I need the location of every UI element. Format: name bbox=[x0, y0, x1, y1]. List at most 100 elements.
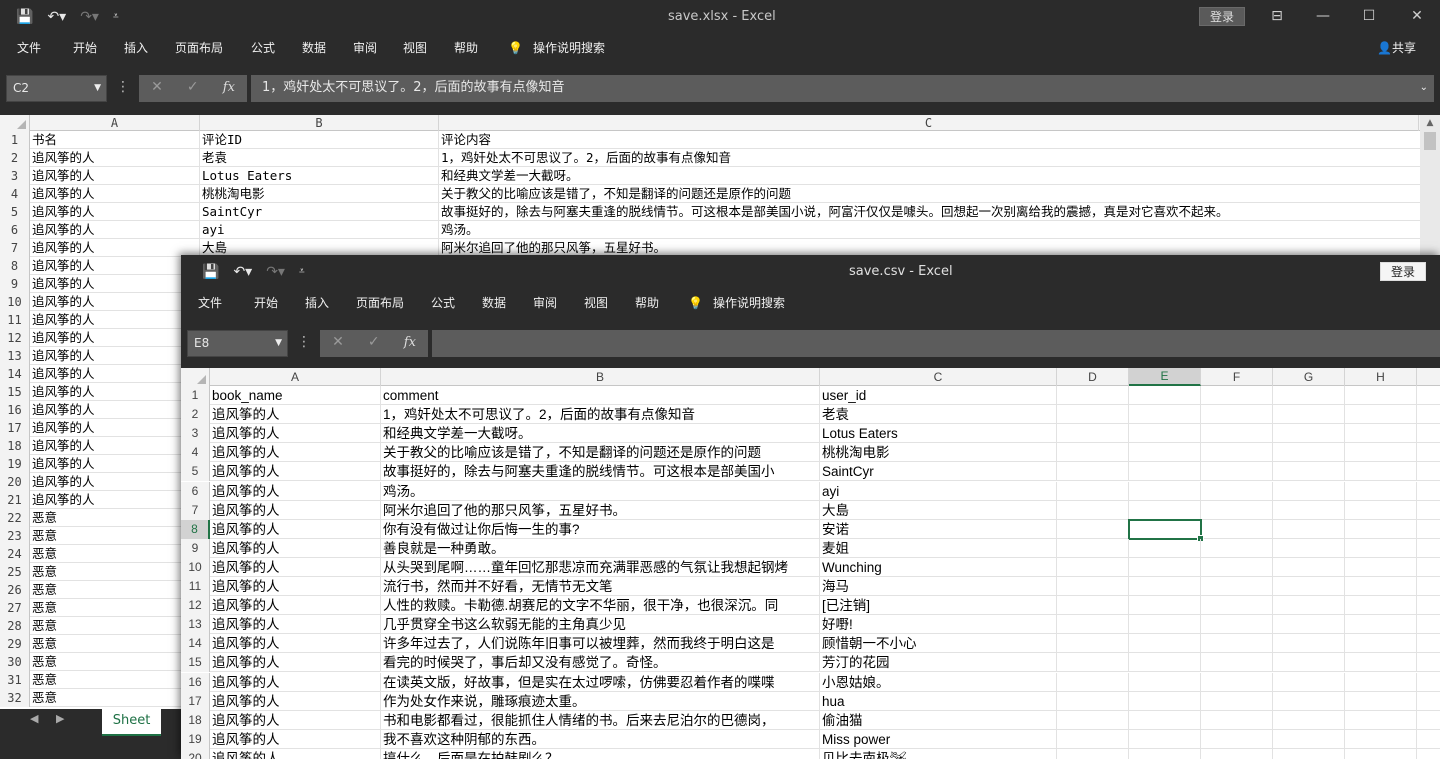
tab-data[interactable]: 数据 bbox=[302, 33, 326, 65]
cell-a[interactable]: 追风筝的人 bbox=[210, 519, 381, 539]
cell-empty[interactable] bbox=[1345, 519, 1417, 539]
scroll-thumb[interactable] bbox=[1424, 132, 1436, 150]
cell-a[interactable]: 追风筝的人 bbox=[30, 491, 200, 509]
tab-file[interactable]: 文件 bbox=[198, 288, 222, 320]
row-header[interactable]: 9 bbox=[181, 538, 210, 558]
cell-empty[interactable] bbox=[1057, 481, 1129, 501]
cell-b[interactable]: 1，鸡奸处太不可思议了。2，后面的故事有点像知音 bbox=[381, 405, 820, 425]
cell-c[interactable]: 偷油猫 bbox=[820, 710, 1057, 730]
cell-a[interactable]: 追风筝的人 bbox=[30, 293, 200, 311]
column-header-b[interactable]: B bbox=[200, 115, 439, 131]
cell-a[interactable]: 追风筝的人 bbox=[30, 167, 200, 185]
cell-empty[interactable] bbox=[1129, 672, 1201, 692]
cell-b[interactable]: SaintCyr bbox=[200, 203, 439, 221]
cell-a[interactable]: 追风筝的人 bbox=[210, 481, 381, 501]
cell-empty[interactable] bbox=[1273, 443, 1345, 463]
cell-c[interactable]: ayi bbox=[820, 481, 1057, 501]
cell-empty[interactable] bbox=[1057, 462, 1129, 482]
cell-b[interactable]: Lotus Eaters bbox=[200, 167, 439, 185]
cell-empty[interactable] bbox=[1201, 443, 1273, 463]
cell-a[interactable]: 追风筝的人 bbox=[30, 275, 200, 293]
row-header[interactable]: 1 bbox=[0, 131, 30, 149]
share-button[interactable]: 👤共享 bbox=[1377, 33, 1416, 65]
cell-b[interactable]: 桃桃淘电影 bbox=[200, 185, 439, 203]
row-header[interactable]: 4 bbox=[0, 185, 30, 203]
row-header[interactable]: 24 bbox=[0, 545, 30, 563]
row-header[interactable]: 28 bbox=[0, 617, 30, 635]
cell-empty[interactable] bbox=[1129, 386, 1201, 405]
cell-empty[interactable] bbox=[1273, 748, 1345, 759]
cell-b[interactable]: 人性的救赎。卡勒德.胡赛尼的文字不华丽，很干净，也很深沉。同 bbox=[381, 596, 820, 616]
row-header[interactable]: 14 bbox=[181, 634, 210, 654]
login-button[interactable]: 登录 bbox=[1380, 262, 1427, 281]
row-header[interactable]: 2 bbox=[0, 149, 30, 167]
redo-icon[interactable]: ↷▾ bbox=[266, 264, 285, 280]
cell-c[interactable]: 大島 bbox=[820, 500, 1057, 520]
cell-c[interactable]: 安诺 bbox=[820, 519, 1057, 539]
row-header[interactable]: 18 bbox=[181, 710, 210, 730]
row-header[interactable]: 7 bbox=[181, 500, 210, 520]
cell-empty[interactable] bbox=[1273, 519, 1345, 539]
row-header[interactable]: 17 bbox=[181, 691, 210, 711]
sheet-tab[interactable]: Sheet bbox=[102, 709, 161, 736]
maximize-icon[interactable]: ☐ bbox=[1346, 0, 1392, 33]
cell-a[interactable]: 追风筝的人 bbox=[210, 577, 381, 596]
row-header[interactable]: 32 bbox=[0, 689, 30, 707]
row-header[interactable]: 16 bbox=[0, 401, 30, 419]
more-options-icon[interactable]: ⋮ bbox=[297, 330, 311, 357]
row-header[interactable]: 5 bbox=[0, 203, 30, 221]
cell-empty[interactable] bbox=[1273, 596, 1345, 616]
row-header[interactable]: 12 bbox=[181, 596, 210, 616]
cell-empty[interactable] bbox=[1129, 729, 1201, 749]
cell-empty[interactable] bbox=[1273, 729, 1345, 749]
cell-a[interactable]: 追风筝的人 bbox=[30, 239, 200, 257]
cell-empty[interactable] bbox=[1273, 634, 1345, 654]
row-header[interactable]: 21 bbox=[0, 491, 30, 509]
insert-function-icon[interactable]: fx bbox=[404, 330, 416, 357]
cell-a[interactable]: 恶意 bbox=[30, 581, 200, 599]
column-header-a[interactable]: A bbox=[30, 115, 200, 131]
cell-empty[interactable] bbox=[1345, 386, 1417, 405]
cell-a[interactable]: 追风筝的人 bbox=[210, 443, 381, 463]
cell-b[interactable]: 善良就是一种勇敢。 bbox=[381, 538, 820, 558]
cell-a[interactable]: 追风筝的人 bbox=[30, 383, 200, 401]
row-header[interactable]: 20 bbox=[181, 748, 210, 759]
row-header[interactable]: 14 bbox=[0, 365, 30, 383]
cell-a[interactable]: 追风筝的人 bbox=[30, 401, 200, 419]
column-header-g[interactable]: G bbox=[1273, 368, 1345, 386]
cell-empty[interactable] bbox=[1345, 615, 1417, 635]
cell-empty[interactable] bbox=[1345, 634, 1417, 654]
cell-a[interactable]: 追风筝的人 bbox=[30, 365, 200, 383]
cell-empty[interactable] bbox=[1129, 653, 1201, 673]
row-header[interactable]: 15 bbox=[0, 383, 30, 401]
tab-home[interactable]: 开始 bbox=[254, 288, 278, 320]
cell-b[interactable]: 你有没有做过让你后悔一生的事? bbox=[381, 519, 820, 539]
cell-b[interactable]: 故事挺好的，除去与阿塞夫重逢的脱线情节。可这根本是部美国小 bbox=[381, 462, 820, 482]
row-header[interactable]: 6 bbox=[0, 221, 30, 239]
expand-formula-icon[interactable]: ⌄ bbox=[1420, 75, 1428, 100]
tab-home[interactable]: 开始 bbox=[73, 33, 97, 65]
cell-empty[interactable] bbox=[1273, 424, 1345, 444]
cell-empty[interactable] bbox=[1273, 710, 1345, 730]
cell-a[interactable]: 追风筝的人 bbox=[210, 538, 381, 558]
column-header-a[interactable]: A bbox=[210, 368, 381, 386]
cancel-icon[interactable]: ✕ bbox=[332, 330, 344, 357]
cell-empty[interactable] bbox=[1345, 405, 1417, 425]
row-header[interactable]: 8 bbox=[0, 257, 30, 275]
cell-empty[interactable] bbox=[1201, 710, 1273, 730]
row-header[interactable]: 27 bbox=[0, 599, 30, 617]
row-header[interactable]: 8 bbox=[181, 519, 210, 539]
tab-review[interactable]: 审阅 bbox=[353, 33, 377, 65]
column-header-b[interactable]: B bbox=[381, 368, 820, 386]
row-header[interactable]: 9 bbox=[0, 275, 30, 293]
cell-empty[interactable] bbox=[1057, 710, 1129, 730]
cell-a[interactable]: 追风筝的人 bbox=[30, 329, 200, 347]
row-header[interactable]: 19 bbox=[0, 455, 30, 473]
customize-toolbar-icon[interactable]: ⩡ bbox=[299, 266, 305, 277]
cell-c[interactable]: 芳汀的花园 bbox=[820, 653, 1057, 673]
cell-empty[interactable] bbox=[1057, 500, 1129, 520]
cell-b[interactable]: comment bbox=[381, 386, 820, 405]
chevron-down-icon[interactable]: ▼ bbox=[275, 331, 282, 356]
cell-empty[interactable] bbox=[1345, 443, 1417, 463]
cell-empty[interactable] bbox=[1201, 672, 1273, 692]
